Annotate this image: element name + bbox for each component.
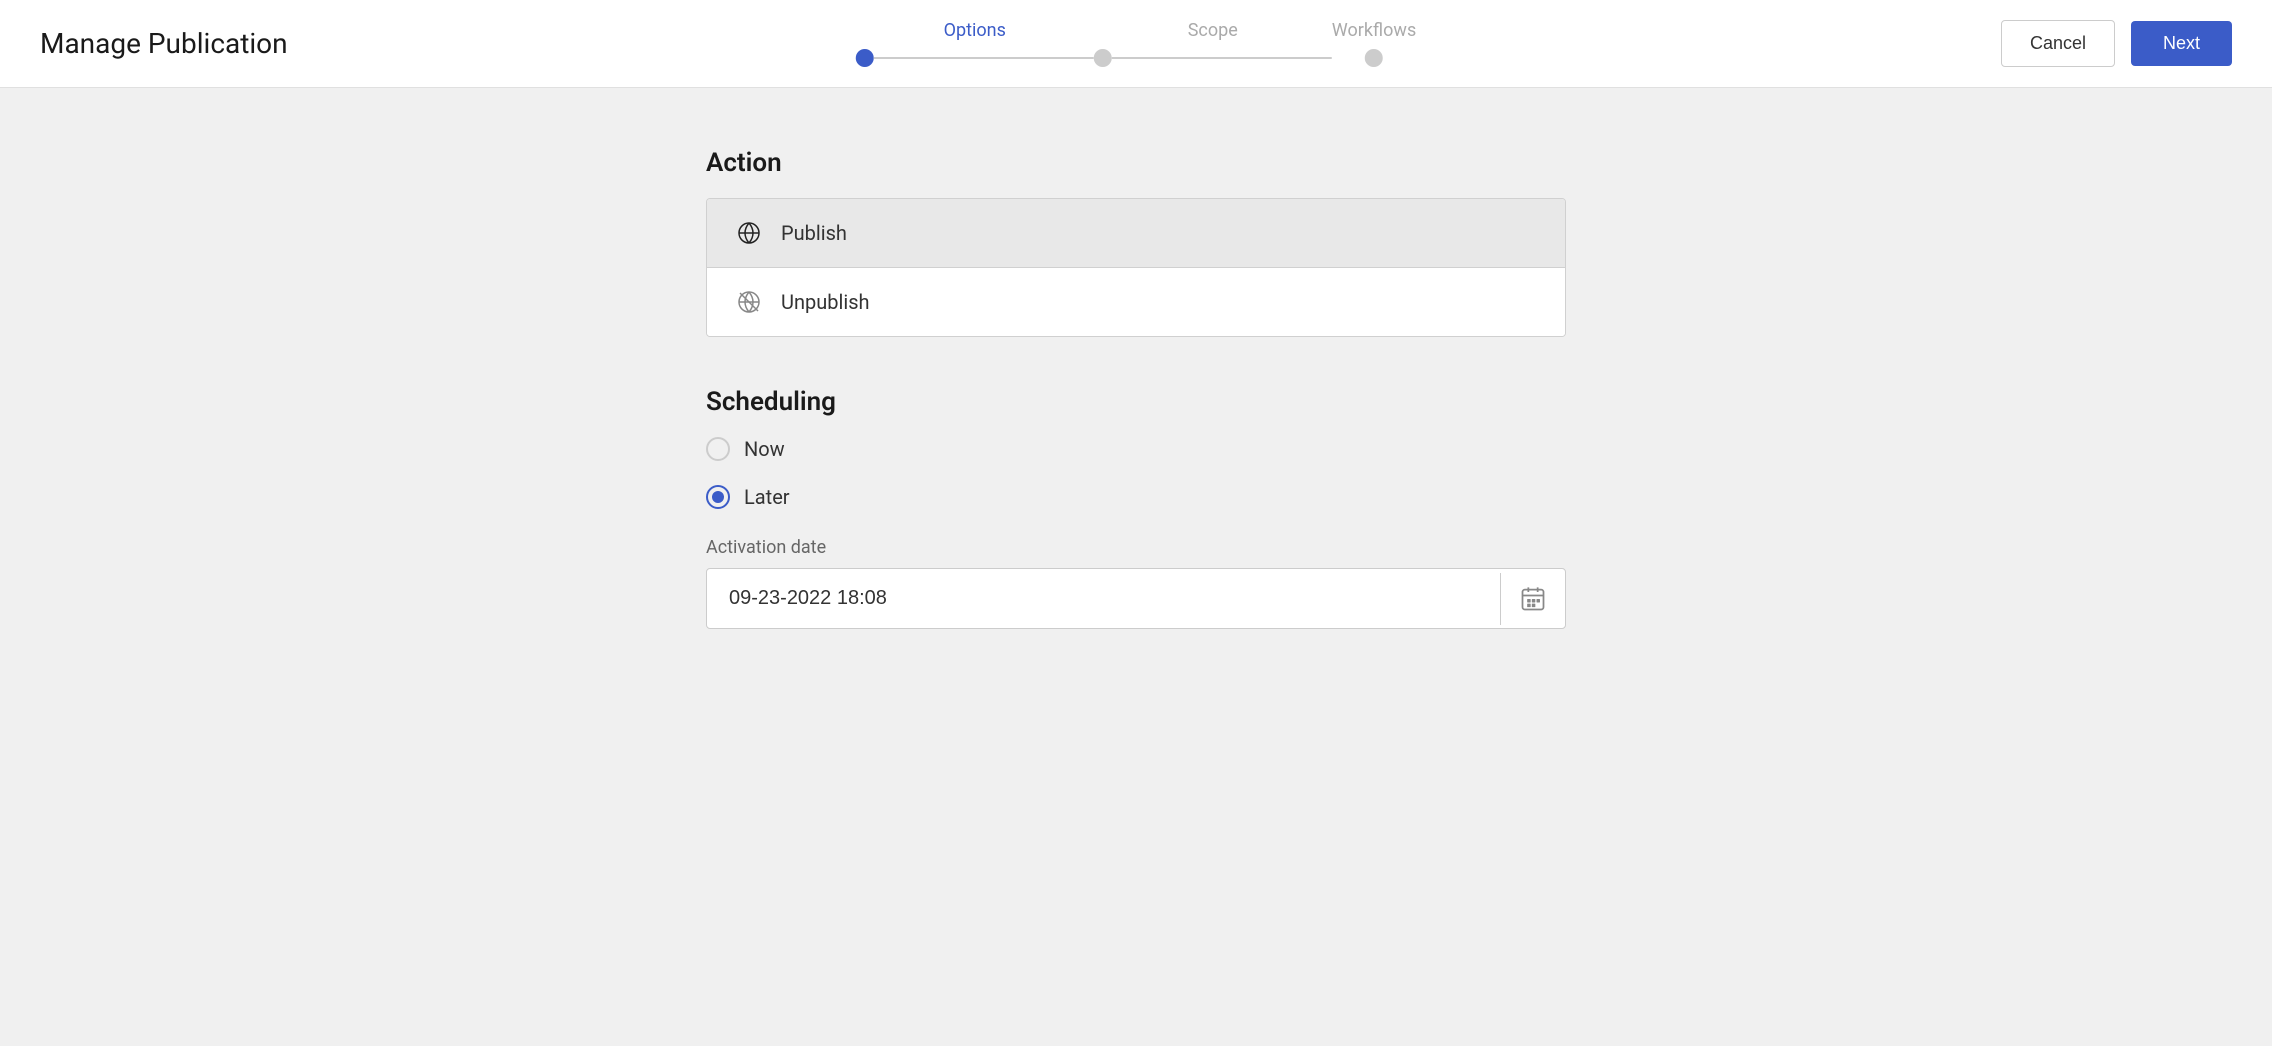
step-scope-label: Scope xyxy=(1188,20,1238,41)
step-options-circle xyxy=(856,49,874,67)
step-options-label: Options xyxy=(944,20,1006,41)
globe-icon xyxy=(735,219,763,247)
step-workflows-circle xyxy=(1365,49,1383,67)
scheduling-section: Scheduling Now Later Activation date xyxy=(706,387,1566,629)
step-options: Options xyxy=(856,20,1094,67)
content-inner: Action Publish xyxy=(706,148,1566,629)
page-title: Manage Publication xyxy=(40,27,288,60)
action-publish-label: Publish xyxy=(781,221,847,245)
radio-now[interactable]: Now xyxy=(706,437,1566,461)
action-section: Action Publish xyxy=(706,148,1566,337)
radio-now-label: Now xyxy=(744,437,785,461)
action-item-publish[interactable]: Publish xyxy=(707,199,1565,268)
step-scope: Scope xyxy=(1094,20,1332,67)
step-workflows: Workflows xyxy=(1332,20,1417,67)
calendar-icon xyxy=(1519,585,1547,613)
step-workflows-label: Workflows xyxy=(1332,20,1417,41)
scheduling-radio-group: Now Later xyxy=(706,437,1566,509)
header-actions: Cancel Next xyxy=(2001,20,2232,67)
next-button[interactable]: Next xyxy=(2131,21,2232,66)
date-input-wrapper xyxy=(706,568,1566,629)
stepper: Options Scope Workflows xyxy=(856,20,1417,67)
main-content: Action Publish xyxy=(0,88,2272,689)
radio-later-label: Later xyxy=(744,485,790,509)
radio-later-inner xyxy=(712,491,724,503)
radio-later-outer xyxy=(706,485,730,509)
action-item-unpublish[interactable]: Unpublish xyxy=(707,268,1565,336)
radio-later[interactable]: Later xyxy=(706,485,1566,509)
action-unpublish-label: Unpublish xyxy=(781,290,870,314)
step-line-2 xyxy=(1112,57,1332,59)
activation-date-label: Activation date xyxy=(706,537,1566,558)
step-line-1 xyxy=(874,57,1094,59)
radio-now-outer xyxy=(706,437,730,461)
header: Manage Publication Options Scope Workflo… xyxy=(0,0,2272,88)
action-list: Publish Unpublish xyxy=(706,198,1566,337)
scheduling-section-title: Scheduling xyxy=(706,387,1566,417)
activation-date-input[interactable] xyxy=(707,569,1500,628)
action-section-title: Action xyxy=(706,148,1566,178)
cancel-button[interactable]: Cancel xyxy=(2001,20,2115,67)
globe-off-icon xyxy=(735,288,763,316)
step-scope-circle xyxy=(1094,49,1112,67)
calendar-button[interactable] xyxy=(1500,573,1565,625)
